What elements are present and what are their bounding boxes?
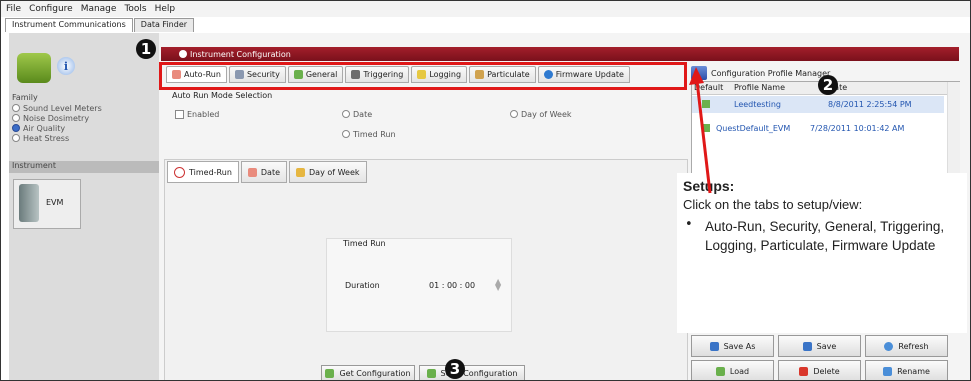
tab-instrument-communications[interactable]: Instrument Communications <box>5 18 133 32</box>
refresh-icon <box>884 341 894 351</box>
save-button[interactable]: Save <box>778 335 861 357</box>
inner-tab-strip: Timed-Run Date Day of Week <box>167 161 367 183</box>
clock-icon <box>174 166 185 178</box>
send-configuration-button[interactable]: Send Configuration <box>419 365 525 380</box>
marker-1: 1 <box>136 39 156 59</box>
duration-spinner-icon[interactable]: ▲ ▼ <box>495 278 501 292</box>
option-timed-run[interactable]: Timed Run <box>342 129 396 139</box>
callout-arrow <box>689 67 712 194</box>
tab-date[interactable]: Date <box>240 161 288 183</box>
delete-icon <box>799 366 809 376</box>
panel-title: Instrument Configuration <box>190 49 291 59</box>
tabs-highlight-box <box>159 62 687 90</box>
callout-bullet: Auto-Run, Security, General, Triggering,… <box>705 219 945 253</box>
instrument-label: Instrument <box>9 161 159 173</box>
family-label: Family <box>12 93 38 102</box>
quest-logo-icon[interactable] <box>17 53 51 83</box>
setups-callout: Setups: Click on the tabs to setup/view:… <box>677 173 967 333</box>
tab-day-of-week[interactable]: Day of Week <box>289 161 367 183</box>
refresh-button[interactable]: Refresh <box>865 335 948 357</box>
timed-run-group-label: Timed Run <box>343 239 386 248</box>
load-icon <box>715 366 725 376</box>
rename-button[interactable]: Rename <box>865 360 948 380</box>
bullet-icon: • <box>685 217 693 232</box>
profile-row[interactable]: QuestDefault_EVM 7/28/2011 10:01:42 AM <box>692 120 944 137</box>
marker-3: 3 <box>445 359 465 379</box>
menu-help[interactable]: Help <box>155 4 176 14</box>
instrument-tile[interactable]: EVM <box>13 179 81 229</box>
option-date[interactable]: Date <box>342 109 372 119</box>
duration-field[interactable]: 01 : 00 : 00 <box>429 281 475 290</box>
delete-button[interactable]: Delete <box>778 360 861 380</box>
family-option-sound-level-meters[interactable]: Sound Level Meters <box>12 103 102 113</box>
get-icon <box>325 369 335 378</box>
week-icon <box>296 167 306 177</box>
rename-icon <box>883 366 893 376</box>
callout-line: Click on the tabs to setup/view: <box>683 197 863 212</box>
family-option-air-quality[interactable]: Air Quality <box>12 123 102 133</box>
evm-device-icon <box>19 184 39 222</box>
family-option-noise-dosimetry[interactable]: Noise Dosimetry <box>12 113 102 123</box>
marker-2: 2 <box>818 75 838 95</box>
load-button[interactable]: Load <box>691 360 774 380</box>
app-window: File Configure Manage Tools Help Instrum… <box>0 0 971 381</box>
menu-bar: File Configure Manage Tools Help <box>1 1 970 17</box>
send-icon <box>426 369 436 378</box>
column-profile-name[interactable]: Profile Name <box>734 83 785 92</box>
duration-label: Duration <box>345 281 380 290</box>
menu-file[interactable]: File <box>6 4 21 14</box>
menu-manage[interactable]: Manage <box>81 4 117 14</box>
option-day-of-week[interactable]: Day of Week <box>510 109 572 119</box>
left-panel: i Family Sound Level Meters Noise Dosime… <box>9 33 160 380</box>
save-as-icon <box>709 341 719 351</box>
profile-manager-title: Configuration Profile Manager <box>711 69 831 78</box>
menu-tools[interactable]: Tools <box>124 4 146 14</box>
tab-data-finder[interactable]: Data Finder <box>133 18 195 32</box>
instrument-config-title-bar: Instrument Configuration <box>161 47 959 61</box>
save-as-button[interactable]: Save As <box>691 335 774 357</box>
profile-row[interactable]: Leedtesting 8/8/2011 2:25:54 PM <box>692 96 944 113</box>
gear-icon <box>179 50 187 58</box>
calendar-icon <box>247 167 257 177</box>
get-configuration-button[interactable]: Get Configuration <box>321 365 415 380</box>
instrument-name: EVM <box>46 198 64 207</box>
save-icon <box>802 341 812 351</box>
tab-timed-run[interactable]: Timed-Run <box>167 161 239 183</box>
menu-configure[interactable]: Configure <box>29 4 73 14</box>
app-tab-strip: Instrument Communications Data Finder <box>5 18 195 32</box>
family-radio-group: Sound Level Meters Noise Dosimetry Air Q… <box>12 103 102 143</box>
auto-run-group-label: Auto Run Mode Selection <box>172 91 273 100</box>
info-icon[interactable]: i <box>57 57 75 75</box>
timed-run-group: Timed Run Duration 01 : 00 : 00 ▲ ▼ <box>326 238 512 332</box>
enabled-checkbox[interactable]: Enabled <box>175 109 219 119</box>
family-option-heat-stress[interactable]: Heat Stress <box>12 133 102 143</box>
